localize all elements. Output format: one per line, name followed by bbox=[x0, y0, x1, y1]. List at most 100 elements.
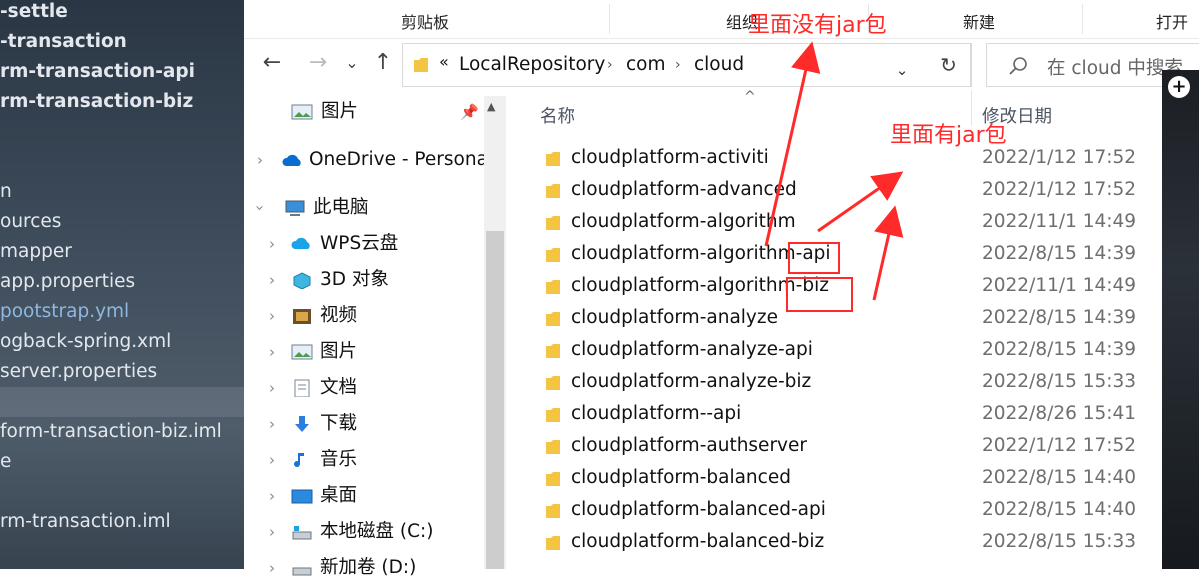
ribbon-open-label: 打开 bbox=[1156, 13, 1189, 32]
file-modified-date: 2022/1/12 17:52 bbox=[982, 179, 1137, 200]
chevron-right-icon[interactable]: › bbox=[269, 407, 275, 441]
breadcrumb-chevron-icon[interactable]: › bbox=[607, 57, 613, 73]
navigation-pane: 图片 📌 › OneDrive - Personal › 此电脑 › WPS云盘 ›… bbox=[243, 90, 508, 578]
ide-tree-label: e bbox=[0, 451, 12, 472]
file-row[interactable]: cloudplatform-analyze 2022/8/15 14:39 bbox=[508, 303, 1199, 335]
file-modified-date: 2022/1/12 17:52 bbox=[982, 435, 1137, 456]
nav-label: 文档 bbox=[320, 377, 358, 398]
chevron-right-icon[interactable]: › bbox=[269, 443, 275, 477]
chevron-right-icon[interactable]: › bbox=[269, 515, 275, 549]
ide-tree-label: rm-transaction.iml bbox=[0, 511, 171, 532]
chevron-right-icon[interactable]: › bbox=[269, 335, 275, 369]
scrollbar-thumb[interactable] bbox=[486, 231, 504, 569]
breadcrumb-cloud[interactable]: cloud bbox=[694, 54, 744, 75]
folder-icon bbox=[546, 184, 560, 198]
ribbon-separator bbox=[609, 4, 610, 34]
breadcrumb-chevron-icon[interactable]: › bbox=[675, 57, 681, 73]
ide-tree-row-selected[interactable] bbox=[0, 387, 244, 417]
3d-objects-icon bbox=[293, 272, 311, 289]
address-bar[interactable]: « LocalRepository › com › cloud ⌄ bbox=[402, 43, 971, 87]
nav-label: 新加卷 (D:) bbox=[320, 557, 417, 578]
recent-locations-chevron-icon[interactable]: ⌄ bbox=[339, 48, 365, 78]
ide-tree-label: ogback-spring.xml bbox=[0, 331, 172, 352]
folder-icon bbox=[546, 248, 560, 262]
column-header-name[interactable]: 名称 bbox=[540, 103, 575, 128]
chevron-right-icon[interactable]: › bbox=[269, 551, 275, 585]
folder-icon bbox=[546, 376, 560, 390]
scroll-up-icon[interactable]: ▲ bbox=[487, 100, 495, 113]
ribbon-group-labels: 剪贴板 组织 新建 打开 bbox=[244, 0, 1199, 39]
breadcrumb-localrepository[interactable]: LocalRepository bbox=[459, 54, 605, 75]
file-name: cloudplatform-authserver bbox=[571, 435, 807, 456]
chevron-right-icon[interactable]: › bbox=[257, 143, 263, 177]
address-dropdown-chevron-icon[interactable]: ⌄ bbox=[883, 50, 921, 90]
back-button[interactable]: ← bbox=[259, 48, 285, 78]
file-modified-date: 2022/8/15 14:39 bbox=[982, 243, 1137, 264]
ide-tree-label: mapper bbox=[0, 241, 72, 262]
nav-label: 下载 bbox=[320, 413, 358, 434]
chevron-right-icon[interactable]: › bbox=[269, 479, 275, 513]
drive-icon bbox=[292, 567, 312, 576]
file-name: cloudplatform-analyze-biz bbox=[571, 371, 812, 392]
file-name: cloudplatform-activiti bbox=[571, 147, 769, 168]
documents-icon bbox=[294, 379, 310, 397]
file-row[interactable]: cloudplatform-activiti 2022/1/12 17:52 bbox=[508, 143, 1199, 175]
folder-icon bbox=[414, 58, 428, 72]
file-name: cloudplatform--api bbox=[571, 403, 742, 424]
ribbon-clipboard-label: 剪贴板 bbox=[401, 13, 450, 32]
file-row[interactable]: cloudplatform-authserver 2022/1/12 17:52 bbox=[508, 431, 1199, 463]
nav-pane-scrollbar[interactable]: ▲ bbox=[484, 96, 506, 569]
chevron-right-icon[interactable]: › bbox=[269, 227, 275, 261]
file-row[interactable]: cloudplatform-advanced 2022/1/12 17:52 bbox=[508, 175, 1199, 207]
breadcrumb-com[interactable]: com bbox=[626, 54, 666, 75]
chevron-down-icon[interactable]: › bbox=[243, 205, 277, 211]
file-row[interactable]: cloudplatform-algorithm 2022/11/1 14:49 bbox=[508, 207, 1199, 239]
up-button[interactable]: ↑ bbox=[370, 48, 396, 78]
nav-label: OneDrive - Personal bbox=[309, 149, 494, 170]
file-name: cloudplatform-balanced bbox=[571, 467, 791, 488]
file-modified-date: 2022/8/26 15:41 bbox=[982, 403, 1137, 424]
folder-icon bbox=[546, 152, 560, 166]
file-name: cloudplatform-algorithm-api bbox=[571, 243, 831, 264]
ide-tree-label: form-transaction-biz.iml bbox=[0, 421, 222, 442]
local-disk-icon bbox=[292, 526, 312, 540]
folder-icon bbox=[546, 440, 560, 454]
nav-label: 视频 bbox=[320, 305, 358, 326]
file-modified-date: 2022/8/15 15:33 bbox=[982, 531, 1137, 552]
pin-icon: 📌 bbox=[460, 103, 479, 121]
file-row[interactable]: cloudplatform-balanced-api 2022/8/15 14:4… bbox=[508, 495, 1199, 527]
ribbon-new-label: 新建 bbox=[963, 13, 996, 32]
file-row[interactable]: cloudplatform-algorithm-api 2022/8/15 14:… bbox=[508, 239, 1199, 271]
annotation-no-jar: 里面没有jar包 bbox=[748, 13, 887, 38]
file-row[interactable]: cloudplatform-analyze-api 2022/8/15 14:39 bbox=[508, 335, 1199, 367]
nav-label: 此电脑 bbox=[313, 197, 369, 218]
chevron-right-icon[interactable]: › bbox=[269, 299, 275, 333]
file-row[interactable]: cloudplatform-analyze-biz 2022/8/15 15:33 bbox=[508, 367, 1199, 399]
file-row[interactable]: cloudplatform--api 2022/8/26 15:41 bbox=[508, 399, 1199, 431]
nav-label: 本地磁盘 (C:) bbox=[320, 521, 434, 542]
forward-button[interactable]: → bbox=[305, 48, 331, 78]
file-modified-date: 2022/8/15 14:39 bbox=[982, 339, 1137, 360]
chevron-right-icon[interactable]: › bbox=[269, 263, 275, 297]
file-modified-date: 2022/11/1 14:49 bbox=[982, 211, 1137, 232]
refresh-button[interactable]: ↻ bbox=[926, 43, 972, 87]
ide-tree-label: app.properties bbox=[0, 271, 136, 292]
address-overflow-icon[interactable]: « bbox=[439, 52, 449, 71]
plus-icon[interactable]: + bbox=[1168, 76, 1190, 98]
nav-label: 音乐 bbox=[320, 449, 358, 470]
file-row[interactable]: cloudplatform-balanced 2022/8/15 14:40 bbox=[508, 463, 1199, 495]
folder-icon bbox=[546, 472, 560, 486]
chevron-right-icon[interactable]: › bbox=[269, 371, 275, 405]
file-modified-date: 2022/8/15 14:40 bbox=[982, 467, 1137, 488]
file-explorer-window: 剪贴板 组织 新建 打开 ← → ⌄ ↑ « LocalRepository ›… bbox=[243, 0, 1199, 578]
file-list: ^ 名称 修改日期 cloudplatform-activiti 2022/1/1… bbox=[508, 89, 1199, 569]
folder-icon bbox=[546, 504, 560, 518]
file-row[interactable]: cloudplatform-balanced-biz 2022/8/15 15:3… bbox=[508, 527, 1199, 559]
annotation-has-jar: 里面有jar包 bbox=[890, 123, 1007, 148]
ide-tree-label: rm-transaction-biz bbox=[0, 91, 194, 112]
ide-project-tree: -settle -transaction rm-transaction-api rm-… bbox=[0, 0, 244, 569]
ide-tree-label: rm-transaction-api bbox=[0, 61, 195, 82]
file-row[interactable]: cloudplatform-algorithm-biz 2022/11/1 14:… bbox=[508, 271, 1199, 303]
onedrive-cloud-icon bbox=[282, 154, 301, 166]
search-icon bbox=[1009, 57, 1027, 75]
